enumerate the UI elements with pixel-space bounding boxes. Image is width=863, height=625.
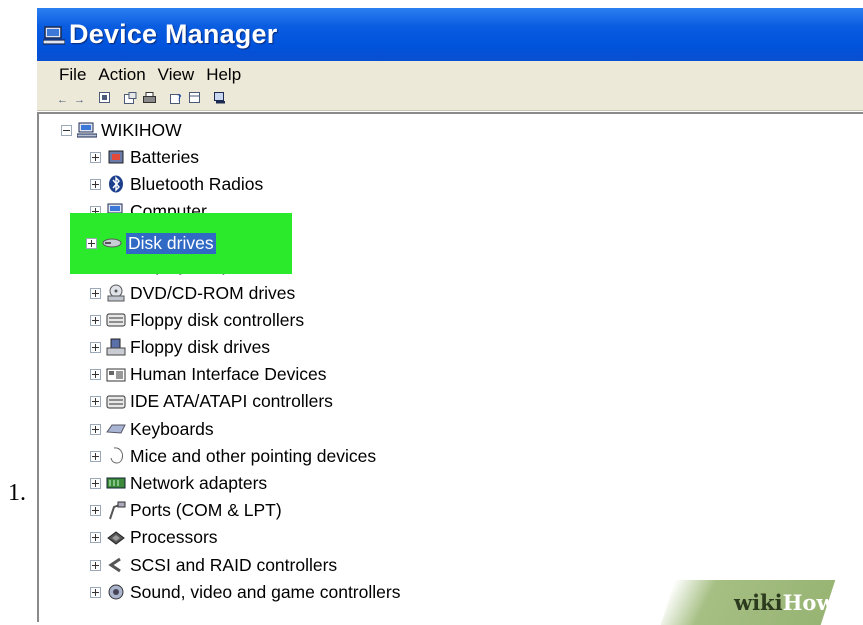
device-manager-icon (42, 25, 66, 45)
expand-icon[interactable] (90, 559, 101, 571)
mouse-icon (106, 447, 126, 465)
svg-text:?: ? (177, 94, 182, 104)
tree-item-keyboards[interactable]: Keyboards (90, 417, 214, 441)
expand-icon[interactable] (90, 314, 101, 326)
step-number: 1. (8, 480, 26, 506)
print-icon[interactable] (143, 91, 156, 108)
wikihow-watermark: wikiHow (734, 590, 835, 615)
green-highlight-box: Disk drives (70, 213, 292, 274)
expand-icon[interactable] (90, 151, 101, 163)
tree-item-dvd-cd-rom-drives[interactable]: DVD/CD-ROM drives (90, 281, 295, 305)
tree-item-label: Network adapters (130, 472, 268, 493)
menu-action[interactable]: Action (98, 65, 145, 85)
toolbar: ← → ? (37, 89, 863, 111)
expand-icon[interactable] (90, 287, 101, 299)
tree-item-mice-and-other-pointing-devices[interactable]: Mice and other pointing devices (90, 444, 376, 468)
tree-item-label: Ports (COM & LPT) (130, 500, 282, 521)
battery-icon (106, 148, 126, 166)
tree-item-network-adapters[interactable]: Network adapters (90, 471, 267, 495)
device-manager-window: Device Manager File Action View Help ← →… (37, 8, 863, 622)
floppy-drive-icon (106, 338, 126, 356)
tree-item-label: Batteries (130, 146, 200, 167)
view-icon[interactable] (189, 92, 200, 107)
title-bar[interactable]: Device Manager (37, 8, 863, 61)
forward-arrow-icon[interactable]: → (74, 93, 85, 107)
menu-view[interactable]: View (158, 65, 195, 85)
tree-item-floppy-disk-drives[interactable]: Floppy disk drives (90, 335, 270, 359)
device-tree[interactable]: WIKIHOW Batteries Bluetooth Radios Compute… (37, 112, 863, 622)
tree-item-sound-video-and-game-controllers[interactable]: Sound, video and game controllers (90, 580, 400, 604)
expand-icon[interactable] (90, 341, 101, 353)
tree-item-label: IDE ATA/ATAPI controllers (130, 391, 333, 412)
tree-item-label: Processors (130, 527, 218, 548)
tree-item-human-interface-devices[interactable]: Human Interface Devices (90, 363, 326, 387)
console-tree-icon[interactable] (99, 92, 110, 107)
tree-item-label: Floppy disk drives (130, 336, 271, 357)
scan-hardware-icon[interactable] (214, 91, 226, 108)
tree-root[interactable]: WIKIHOW (61, 118, 182, 142)
controller-icon (106, 393, 126, 411)
keyboard-icon (106, 420, 126, 438)
tree-root-label: WIKIHOW (101, 119, 182, 140)
network-adapter-icon (106, 474, 126, 492)
properties-icon[interactable] (124, 91, 137, 108)
expand-icon[interactable] (90, 586, 101, 598)
expand-icon[interactable] (90, 423, 101, 435)
menu-help[interactable]: Help (206, 65, 241, 85)
tree-item-label: SCSI and RAID controllers (130, 554, 338, 575)
computer-icon (77, 121, 97, 139)
processor-icon (106, 529, 126, 547)
tree-item-batteries[interactable]: Batteries (90, 145, 199, 169)
tree-item-ide-ata-atapi-controllers[interactable]: IDE ATA/ATAPI controllers (90, 390, 333, 414)
expand-icon[interactable] (90, 477, 101, 489)
tree-item-label: Sound, video and game controllers (130, 581, 401, 602)
expand-icon[interactable] (90, 369, 101, 381)
expand-icon[interactable] (86, 237, 97, 249)
sound-icon (106, 583, 126, 601)
menu-bar: File Action View Help (37, 61, 863, 89)
tree-item-label: Keyboards (130, 418, 214, 439)
expand-icon[interactable] (90, 396, 101, 408)
controller-icon (106, 311, 126, 329)
tree-item-label: Mice and other pointing devices (130, 445, 377, 466)
selected-item-label: Disk drives (126, 232, 216, 254)
expand-icon[interactable] (90, 505, 101, 517)
port-icon (106, 501, 126, 520)
help-icon[interactable]: ? (170, 92, 183, 108)
hid-icon (106, 366, 126, 384)
tree-item-disk-drives-highlighted[interactable]: Disk drives (86, 231, 216, 255)
bluetooth-icon (106, 175, 126, 193)
expand-icon[interactable] (90, 532, 101, 544)
window-title: Device Manager (69, 19, 278, 49)
scsi-icon (106, 556, 126, 574)
back-arrow-icon[interactable]: ← (57, 93, 68, 107)
tree-item-label: DVD/CD-ROM drives (130, 282, 296, 303)
menu-file[interactable]: File (59, 65, 86, 85)
dvd-drive-icon (106, 284, 126, 302)
disk-drive-icon (102, 234, 122, 252)
tree-item-label: Human Interface Devices (130, 364, 327, 385)
expand-icon[interactable] (90, 178, 101, 190)
tree-item-label: Bluetooth Radios (130, 173, 264, 194)
expand-icon[interactable] (90, 450, 101, 462)
tree-item-floppy-disk-controllers[interactable]: Floppy disk controllers (90, 308, 304, 332)
tree-item-label: Floppy disk controllers (130, 309, 305, 330)
tree-item-scsi-and-raid-controllers[interactable]: SCSI and RAID controllers (90, 553, 337, 577)
collapse-icon[interactable] (61, 124, 72, 136)
tree-item-bluetooth-radios[interactable]: Bluetooth Radios (90, 172, 263, 196)
tree-item-ports-com-lpt[interactable]: Ports (COM & LPT) (90, 499, 282, 523)
tree-item-processors[interactable]: Processors (90, 526, 218, 550)
